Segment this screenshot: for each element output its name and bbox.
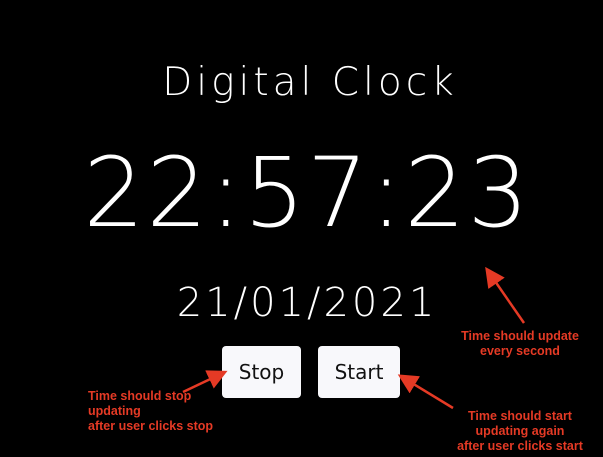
annotation-line: after user clicks stop [88, 419, 214, 433]
annotation-line: after user clicks start [457, 439, 583, 453]
arrow-to-start [397, 374, 454, 410]
annotation-start: Time should start updating again after u… [440, 409, 600, 454]
annotation-line: Time should start [468, 409, 572, 423]
annotation-line: updating [88, 404, 141, 418]
clock-app: Digital Clock 22:57:23 21/01/2021 Stop S… [0, 0, 603, 457]
annotation-update: Time should update every second [445, 329, 595, 359]
annotation-stop: Time should stop updating after user cli… [88, 389, 238, 434]
annotation-line: Time should update [461, 329, 579, 343]
annotation-line: Time should stop [88, 389, 192, 403]
arrow-to-time [485, 266, 526, 324]
annotation-line: every second [480, 344, 560, 358]
annotation-line: updating again [475, 424, 565, 438]
